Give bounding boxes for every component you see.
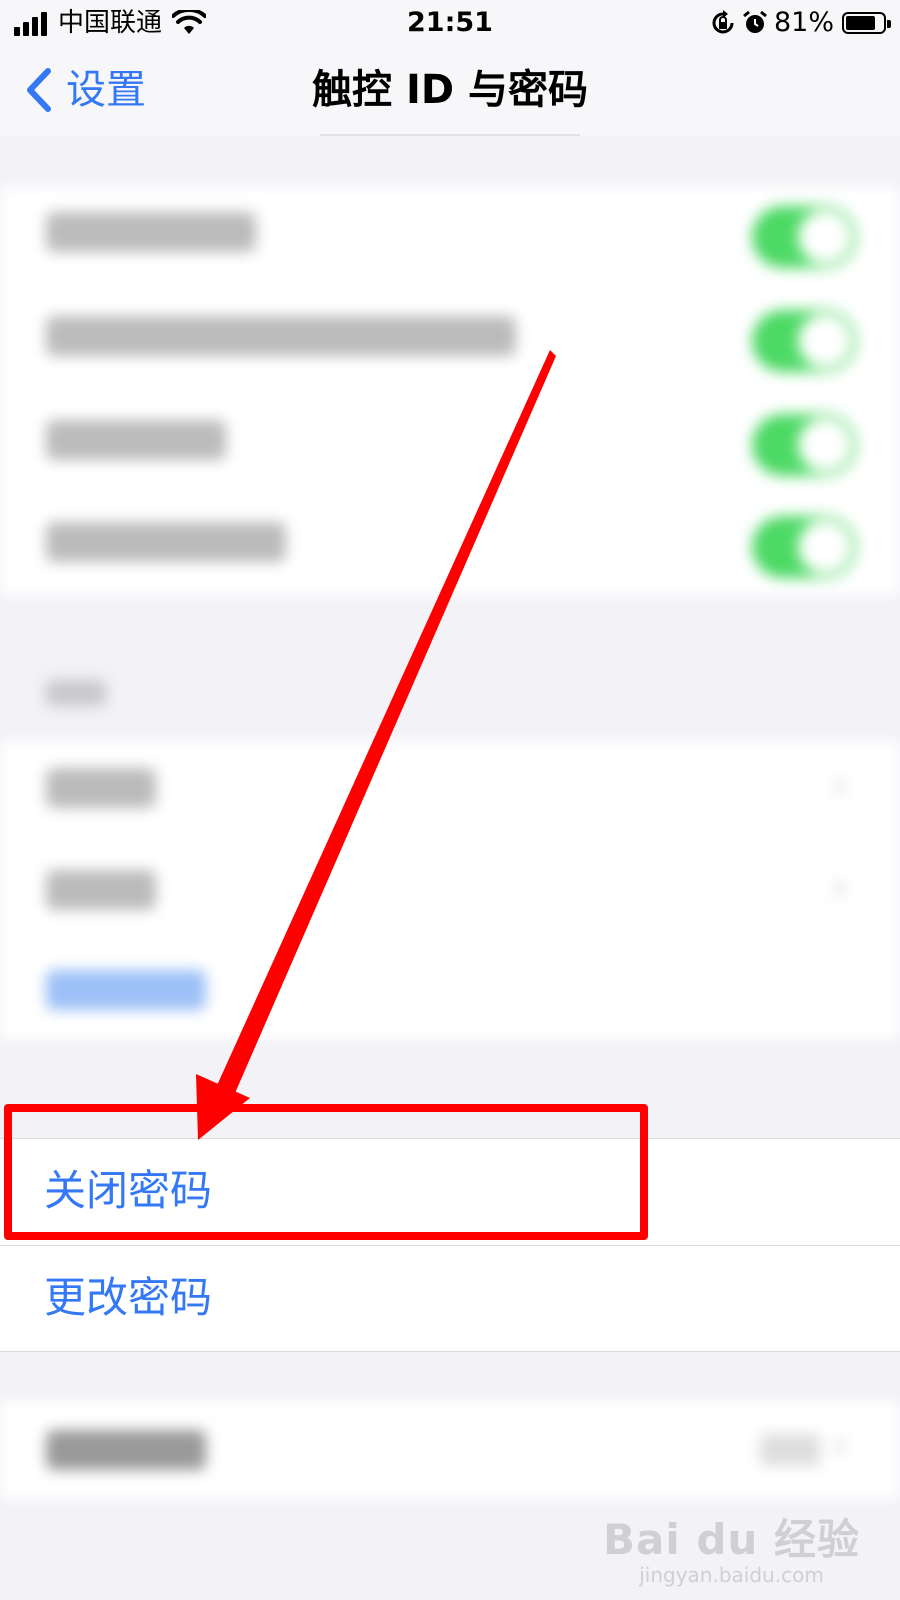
watermark-url: jingyan.baidu.com: [639, 1563, 824, 1587]
watermark-logo: Bai du 经验: [603, 1515, 860, 1564]
annotation-arrow-icon: [196, 350, 556, 1140]
watermark: Bai du 经验 jingyan.baidu.com: [603, 1506, 860, 1587]
